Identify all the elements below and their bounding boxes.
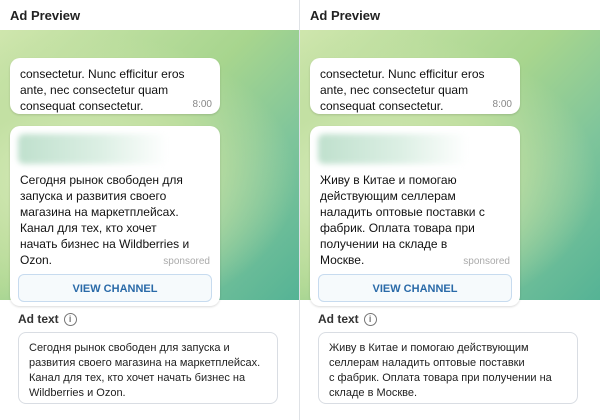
message-time: 8:00	[492, 99, 512, 110]
panel-header: Ad Preview	[0, 0, 299, 30]
ad-text-label-text: Ad text	[18, 312, 59, 326]
sponsored-label: sponsored	[163, 256, 210, 267]
ad-body-text: Живу в Китае и помогаю действующим селле…	[320, 173, 485, 267]
sponsored-label: sponsored	[463, 256, 510, 267]
ad-preview-panel-left: Ad Preview consectetur. Nunc efficitur e…	[0, 0, 300, 420]
info-circle-icon[interactable]: i	[363, 312, 377, 326]
panel-title: Ad Preview	[10, 8, 81, 23]
ad-text-field[interactable]: Живу в Китае и помогаю действующим селле…	[318, 332, 578, 404]
chat-background: consectetur. Nunc efficitur eros ante, n…	[0, 30, 299, 306]
ad-text-label: Ad text i	[318, 312, 377, 326]
chat-background: consectetur. Nunc efficitur eros ante, n…	[300, 30, 600, 306]
previous-message-bubble: consectetur. Nunc efficitur eros ante, n…	[310, 58, 520, 114]
ad-preview-comparison: Ad Preview consectetur. Nunc efficitur e…	[0, 0, 600, 420]
previous-message-text: consectetur. Nunc efficitur eros ante, n…	[20, 67, 185, 113]
panel-header: Ad Preview	[300, 0, 600, 30]
panel-title: Ad Preview	[310, 8, 381, 23]
ad-preview-panel-right: Ad Preview consectetur. Nunc efficitur e…	[300, 0, 600, 420]
message-time: 8:00	[192, 99, 212, 110]
previous-message-bubble: consectetur. Nunc efficitur eros ante, n…	[10, 58, 220, 114]
info-circle-icon[interactable]: i	[63, 312, 77, 326]
sponsored-ad-card: Живу в Китае и помогаю действующим селле…	[310, 126, 520, 306]
blurred-channel-name	[318, 134, 468, 164]
previous-message-text: consectetur. Nunc efficitur eros ante, n…	[320, 67, 485, 113]
ad-body-text: Сегодня рынок свободен для запуска и раз…	[20, 173, 190, 267]
ad-text-label-text: Ad text	[318, 312, 359, 326]
ad-text-label: Ad text i	[18, 312, 77, 326]
view-channel-button[interactable]: VIEW CHANNEL	[318, 274, 512, 302]
view-channel-button[interactable]: VIEW CHANNEL	[18, 274, 212, 302]
blurred-channel-name	[18, 134, 168, 164]
sponsored-ad-card: Сегодня рынок свободен для запуска и раз…	[10, 126, 220, 306]
ad-text-field[interactable]: Сегодня рынок свободен для запуска и раз…	[18, 332, 278, 404]
